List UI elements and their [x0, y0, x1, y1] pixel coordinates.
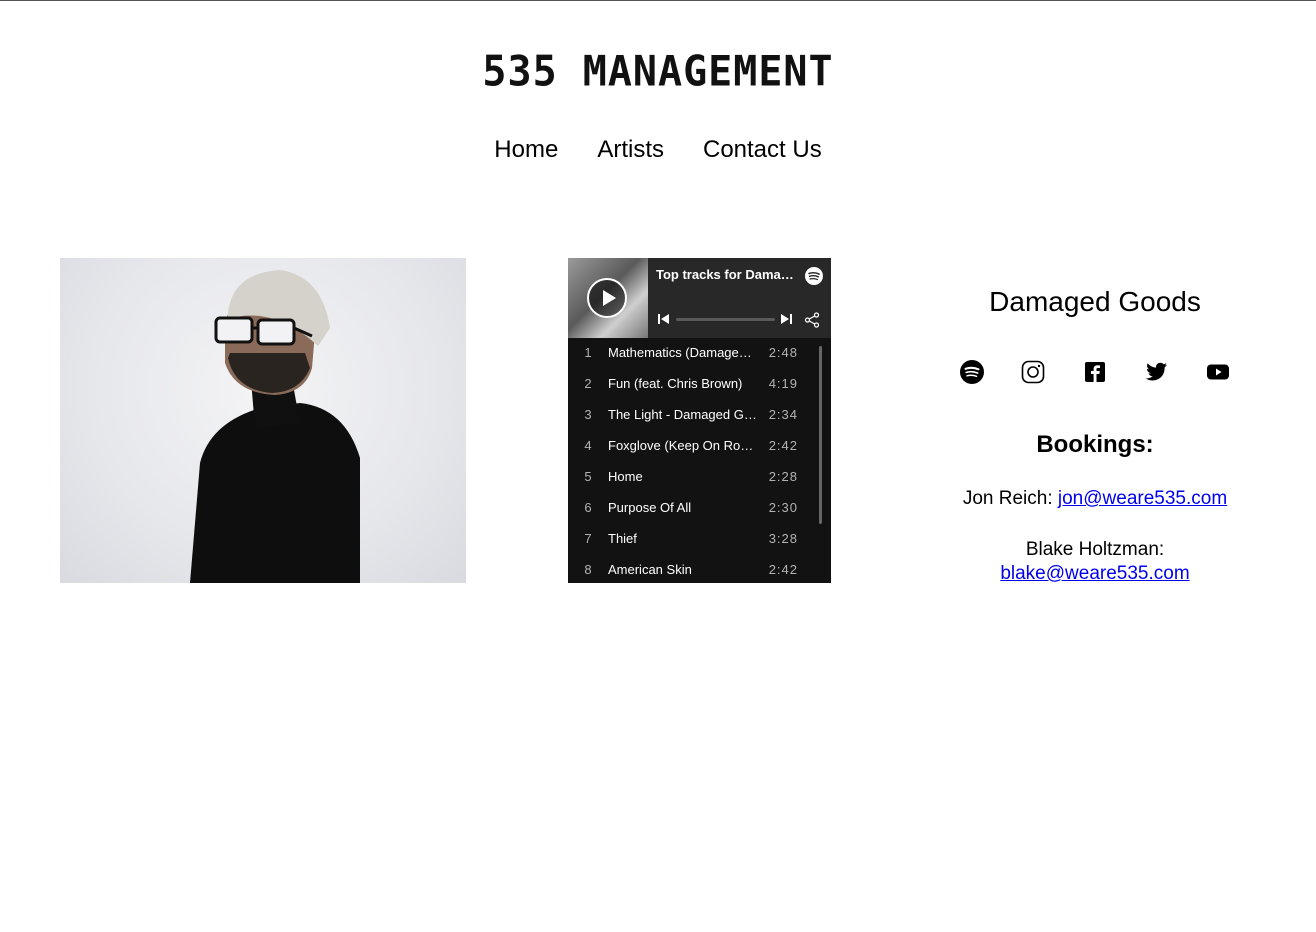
spotify-logo-icon[interactable]	[805, 267, 823, 285]
track-name: Fun (feat. Chris Brown)	[608, 376, 743, 391]
track-name: Thief	[608, 531, 637, 546]
spotify-icon[interactable]	[960, 360, 984, 384]
logo-text: 535 MANAGEMENT	[482, 47, 834, 97]
share-icon[interactable]	[804, 312, 820, 328]
track-duration: 2:42	[768, 562, 798, 577]
artist-info: Damaged Goods Bookings: Jon Reich: jon@w…	[942, 280, 1248, 584]
track-duration: 4:19	[768, 376, 798, 391]
facebook-icon[interactable]	[1083, 360, 1107, 384]
main-nav: Home Artists Contact Us	[0, 134, 1316, 166]
contact-label: Blake Holtzman:	[1025, 539, 1165, 560]
track-row[interactable]: 6 Purpose Of All 2:30	[568, 493, 818, 524]
track-list-scrollbar[interactable]	[819, 346, 822, 524]
nav-home[interactable]: Home	[494, 134, 558, 166]
track-duration: 2:30	[768, 500, 798, 515]
player-header: Top tracks for Damaged Goods	[568, 258, 831, 338]
play-icon	[603, 290, 616, 306]
track-duration: 2:34	[768, 407, 798, 422]
track-name: Foxglove (Keep On Rocking)	[608, 438, 758, 453]
track-duration: 3:28	[768, 531, 798, 546]
track-number: 6	[584, 500, 592, 515]
track-list: 1 Mathematics (Damaged Goods Remix) 2:48…	[568, 338, 831, 583]
track-number: 8	[584, 562, 592, 577]
track-duration: 2:48	[768, 345, 798, 360]
track-number: 7	[584, 531, 592, 546]
nav-contact-us[interactable]: Contact Us	[703, 134, 822, 166]
artist-photo	[60, 258, 466, 583]
site-logo[interactable]: 535 MANAGEMENT	[0, 47, 1316, 97]
top-border	[0, 0, 1316, 1]
track-number: 1	[584, 345, 592, 360]
track-number: 5	[584, 469, 592, 484]
next-track-icon[interactable]	[780, 313, 792, 325]
track-name: Home	[608, 469, 643, 484]
track-duration: 2:28	[768, 469, 798, 484]
social-links	[960, 360, 1230, 384]
player-title[interactable]: Top tracks for Damaged Goods	[656, 267, 796, 282]
track-name: Mathematics (Damaged Goods Remix)	[608, 345, 758, 360]
artist-name: Damaged Goods	[989, 286, 1201, 317]
track-row[interactable]: 8 American Skin 2:42	[568, 555, 818, 583]
booking-contact-jon: Jon Reich: jon@weare535.com	[942, 487, 1248, 511]
nav-artists[interactable]: Artists	[597, 134, 664, 166]
booking-contact-blake: Blake Holtzman: blake@weare535.com	[942, 538, 1248, 586]
email-link-jon[interactable]: jon@weare535.com	[1058, 488, 1227, 509]
track-number: 3	[584, 407, 592, 422]
contact-label: Jon Reich:	[962, 488, 1053, 509]
instagram-icon[interactable]	[1021, 360, 1045, 384]
progress-bar[interactable]	[676, 318, 775, 321]
track-row[interactable]: 2 Fun (feat. Chris Brown) 4:19	[568, 369, 818, 400]
twitter-icon[interactable]	[1144, 360, 1168, 384]
track-row[interactable]: 4 Foxglove (Keep On Rocking) 2:42	[568, 431, 818, 462]
spotify-player: Top tracks for Damaged Goods 1 Mathemati	[568, 258, 831, 583]
track-duration: 2:42	[768, 438, 798, 453]
track-number: 4	[584, 438, 592, 453]
track-name: Purpose Of All	[608, 500, 692, 515]
track-number: 2	[584, 376, 592, 391]
track-name: American Skin	[608, 562, 692, 577]
youtube-icon[interactable]	[1206, 360, 1230, 384]
track-row[interactable]: 5 Home 2:28	[568, 462, 818, 493]
track-row[interactable]: 3 The Light - Damaged Goods Remix 2:34	[568, 400, 818, 431]
track-row[interactable]: 1 Mathematics (Damaged Goods Remix) 2:48	[568, 338, 818, 369]
previous-track-icon[interactable]	[658, 313, 670, 325]
artist-photo-illustration	[190, 270, 360, 583]
play-button[interactable]	[587, 278, 627, 318]
bookings-title: Bookings:	[1036, 431, 1154, 458]
email-link-blake[interactable]: blake@weare535.com	[1000, 563, 1189, 584]
track-row[interactable]: 7 Thief 3:28	[568, 524, 818, 555]
track-name: The Light - Damaged Goods Remix	[608, 407, 758, 422]
